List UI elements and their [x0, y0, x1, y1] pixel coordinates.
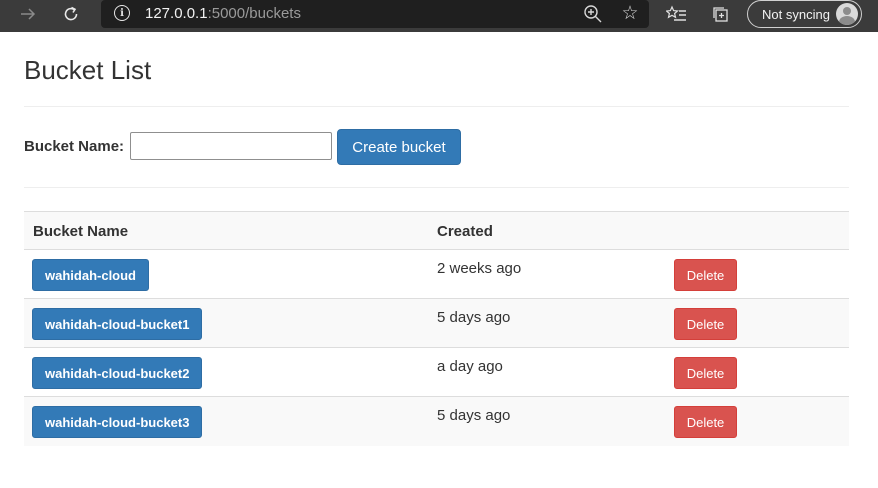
- info-icon[interactable]: i: [114, 5, 130, 21]
- bucket-table: Bucket Name Created wahidah-cloud 2 week…: [24, 211, 849, 446]
- url-host: 127.0.0.1: [145, 5, 208, 22]
- star-icon[interactable]: ☆: [619, 3, 641, 25]
- table-row: wahidah-cloud-bucket1 5 days ago Delete: [24, 299, 849, 348]
- divider: [24, 106, 849, 107]
- bucket-name-label: Bucket Name:: [24, 138, 125, 155]
- created-cell: a day ago: [437, 358, 503, 375]
- created-cell: 5 days ago: [437, 309, 511, 326]
- delete-button[interactable]: Delete: [674, 308, 737, 340]
- arrow-right-icon[interactable]: [14, 0, 42, 28]
- person-avatar-icon: [836, 3, 858, 25]
- table-row: wahidah-cloud 2 weeks ago Delete: [24, 250, 849, 299]
- browser-toolbar: i 127.0.0.1:5000/buckets ☆ Not syncing: [0, 0, 878, 32]
- create-bucket-button[interactable]: Create bucket: [337, 129, 461, 165]
- created-cell: 2 weeks ago: [437, 260, 522, 277]
- table-row: wahidah-cloud-bucket3 5 days ago Delete: [24, 397, 849, 446]
- delete-button[interactable]: Delete: [674, 357, 737, 389]
- table-row: wahidah-cloud-bucket2 a day ago Delete: [24, 348, 849, 397]
- favorites-list-icon[interactable]: [665, 3, 688, 25]
- url-text: 127.0.0.1:5000/buckets: [145, 5, 301, 23]
- delete-button[interactable]: Delete: [674, 406, 737, 438]
- table-header: Bucket Name Created: [24, 211, 849, 250]
- bucket-link-button[interactable]: wahidah-cloud-bucket3: [32, 406, 203, 438]
- profile-sync-button[interactable]: Not syncing: [747, 0, 862, 28]
- bucket-link-button[interactable]: wahidah-cloud-bucket2: [32, 357, 203, 389]
- column-header-created: Created: [437, 223, 493, 240]
- url-path: :5000/buckets: [207, 5, 301, 22]
- profile-sync-label: Not syncing: [762, 6, 830, 22]
- collections-icon[interactable]: [710, 3, 732, 25]
- address-bar[interactable]: i 127.0.0.1:5000/buckets ☆: [101, 0, 649, 28]
- zoom-in-icon[interactable]: [582, 3, 604, 25]
- bucket-name-input[interactable]: [130, 132, 332, 160]
- page-title: Bucket List: [24, 55, 152, 85]
- refresh-icon[interactable]: [57, 0, 85, 28]
- bucket-link-button[interactable]: wahidah-cloud: [32, 259, 149, 291]
- column-header-bucket-name: Bucket Name: [33, 223, 129, 240]
- delete-button[interactable]: Delete: [674, 259, 737, 291]
- divider: [24, 187, 849, 188]
- created-cell: 5 days ago: [437, 407, 511, 424]
- bucket-link-button[interactable]: wahidah-cloud-bucket1: [32, 308, 203, 340]
